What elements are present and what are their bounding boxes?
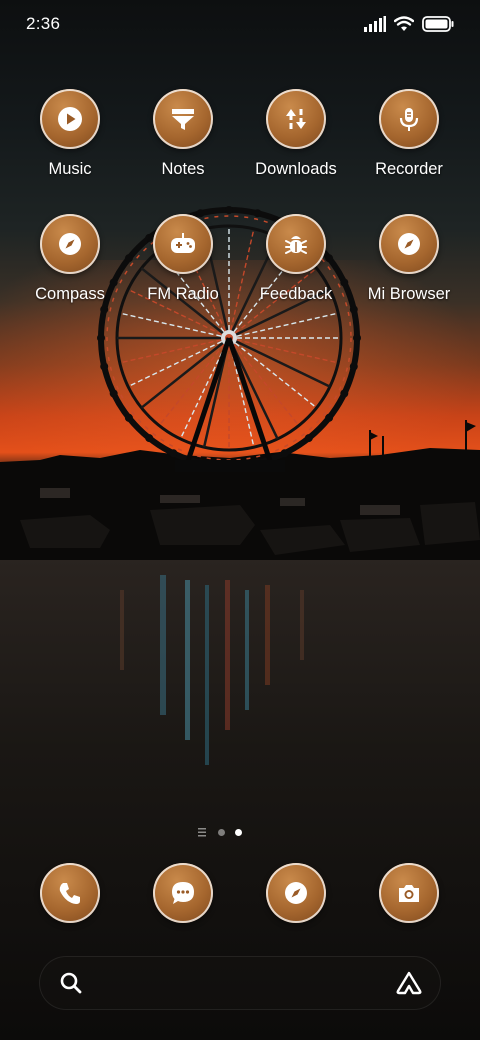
app-fm-radio[interactable]: FM Radio	[128, 214, 238, 324]
dock-phone[interactable]	[40, 863, 100, 923]
microphone-icon	[399, 108, 419, 131]
downloads-app-icon[interactable]	[266, 89, 326, 149]
notes-icon	[172, 109, 194, 130]
status-icons	[364, 14, 454, 34]
browser-icon	[285, 882, 307, 904]
status-time: 2:36	[26, 14, 61, 33]
app-label: Compass	[35, 285, 105, 303]
app-compass[interactable]: Compass	[15, 214, 125, 324]
messages-icon	[172, 882, 194, 904]
download-icon	[286, 109, 306, 129]
app-recorder[interactable]: Recorder	[354, 89, 464, 199]
mi-browser-app-icon[interactable]	[379, 214, 439, 274]
dock-camera[interactable]	[379, 863, 439, 923]
battery-icon	[422, 16, 454, 32]
app-feedback[interactable]: Feedback	[241, 214, 351, 324]
dock-browser[interactable]	[266, 863, 326, 923]
app-label: Downloads	[255, 160, 337, 178]
search-icon[interactable]	[59, 971, 83, 1000]
app-downloads[interactable]: Downloads	[241, 89, 351, 199]
app-label: Mi Browser	[367, 285, 451, 303]
compass-icon	[398, 233, 420, 255]
app-label: Recorder	[375, 160, 443, 178]
music-app-icon[interactable]	[40, 89, 100, 149]
compass-icon	[59, 233, 81, 255]
recorder-app-icon[interactable]	[379, 89, 439, 149]
play-icon	[58, 107, 82, 131]
app-drawer-lines-icon	[198, 828, 208, 837]
home-screen: 2:36 Music Notes Downloads Recorder Comp…	[0, 0, 480, 1040]
app-mi-browser[interactable]: Mi Browser	[354, 214, 464, 324]
dock-messages[interactable]	[153, 863, 213, 923]
compass-app-icon[interactable]	[40, 214, 100, 274]
app-music[interactable]: Music	[15, 89, 125, 199]
phone-icon	[59, 883, 80, 904]
notes-app-icon[interactable]	[153, 89, 213, 149]
app-label: Feedback	[259, 285, 333, 303]
fm-radio-app-icon[interactable]	[153, 214, 213, 274]
bug-icon	[285, 236, 307, 254]
page-dot-2[interactable]	[235, 829, 242, 836]
signal-icon	[364, 16, 386, 32]
app-label: Music	[48, 160, 92, 178]
camera-icon	[399, 885, 419, 902]
assistant-icon[interactable]	[395, 970, 423, 1001]
feedback-app-icon[interactable]	[266, 214, 326, 274]
app-label: Notes	[161, 160, 205, 178]
app-label: FM Radio	[147, 285, 219, 303]
search-bar[interactable]	[39, 956, 441, 1010]
page-dot-1[interactable]	[218, 829, 225, 836]
page-indicator	[198, 828, 242, 837]
gamepad-icon	[171, 233, 195, 253]
app-notes[interactable]: Notes	[128, 89, 238, 199]
wifi-icon	[394, 16, 414, 32]
